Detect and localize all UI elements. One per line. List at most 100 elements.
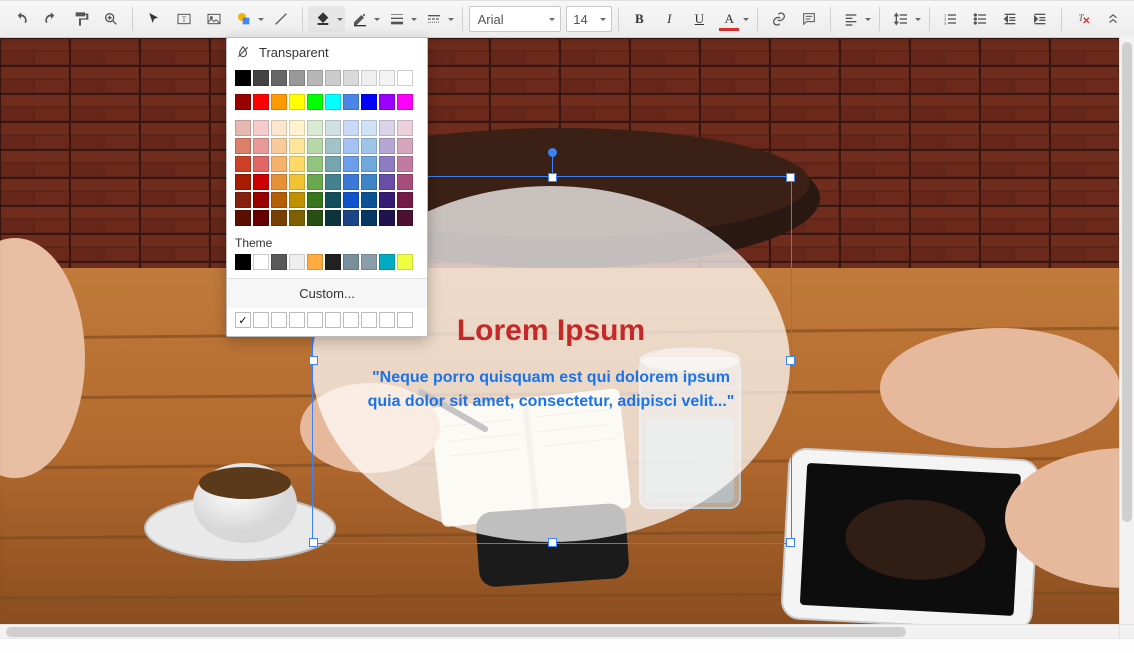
color-swatch[interactable] bbox=[361, 94, 377, 110]
recent-swatch[interactable] bbox=[307, 312, 323, 328]
insert-comment-button[interactable] bbox=[794, 6, 824, 32]
color-swatch[interactable] bbox=[307, 120, 323, 136]
shape-button[interactable] bbox=[229, 6, 266, 32]
color-swatch[interactable] bbox=[397, 120, 413, 136]
border-weight-button[interactable] bbox=[382, 6, 419, 32]
color-swatch[interactable] bbox=[307, 254, 323, 270]
color-swatch[interactable] bbox=[361, 210, 377, 226]
recent-swatch[interactable] bbox=[397, 312, 413, 328]
color-swatch[interactable] bbox=[307, 192, 323, 208]
color-swatch[interactable] bbox=[343, 210, 359, 226]
color-swatch[interactable] bbox=[307, 156, 323, 172]
color-swatch[interactable] bbox=[253, 156, 269, 172]
color-swatch[interactable] bbox=[397, 138, 413, 154]
zoom-button[interactable] bbox=[96, 6, 126, 32]
rotate-handle[interactable] bbox=[548, 148, 557, 157]
color-swatch[interactable] bbox=[397, 192, 413, 208]
color-swatch[interactable] bbox=[379, 70, 395, 86]
paint-format-button[interactable] bbox=[66, 6, 96, 32]
color-swatch[interactable] bbox=[325, 94, 341, 110]
color-swatch[interactable] bbox=[289, 70, 305, 86]
color-swatch[interactable] bbox=[379, 254, 395, 270]
resize-handle-sw[interactable] bbox=[309, 538, 318, 547]
color-swatch[interactable] bbox=[235, 70, 251, 86]
color-swatch[interactable] bbox=[271, 138, 287, 154]
text-color-button[interactable]: A bbox=[714, 6, 751, 32]
color-swatch[interactable] bbox=[307, 210, 323, 226]
redo-button[interactable] bbox=[36, 6, 66, 32]
color-swatch[interactable] bbox=[361, 156, 377, 172]
color-swatch[interactable] bbox=[253, 120, 269, 136]
color-swatch[interactable] bbox=[325, 70, 341, 86]
color-swatch[interactable] bbox=[361, 192, 377, 208]
border-color-button[interactable] bbox=[345, 6, 382, 32]
color-swatch[interactable] bbox=[253, 138, 269, 154]
resize-handle-s[interactable] bbox=[548, 538, 557, 547]
color-swatch[interactable] bbox=[397, 210, 413, 226]
color-swatch[interactable] bbox=[361, 70, 377, 86]
color-swatch[interactable] bbox=[325, 138, 341, 154]
color-swatch[interactable] bbox=[235, 138, 251, 154]
resize-handle-e[interactable] bbox=[786, 356, 795, 365]
horizontal-scroll-thumb[interactable] bbox=[6, 627, 906, 637]
color-swatch[interactable] bbox=[343, 254, 359, 270]
custom-color-button[interactable]: Custom... bbox=[227, 278, 427, 308]
color-swatch[interactable] bbox=[379, 192, 395, 208]
resize-handle-ne[interactable] bbox=[786, 173, 795, 182]
color-swatch[interactable] bbox=[397, 94, 413, 110]
color-swatch[interactable] bbox=[253, 254, 269, 270]
color-swatch[interactable] bbox=[271, 254, 287, 270]
color-swatch[interactable] bbox=[235, 120, 251, 136]
color-swatch[interactable] bbox=[325, 156, 341, 172]
color-swatch[interactable] bbox=[235, 156, 251, 172]
textbox-button[interactable]: T bbox=[169, 6, 199, 32]
transparent-option[interactable]: Transparent bbox=[227, 38, 427, 66]
color-swatch[interactable] bbox=[253, 192, 269, 208]
color-swatch[interactable] bbox=[271, 156, 287, 172]
font-family-select[interactable]: Arial bbox=[469, 6, 561, 32]
color-swatch[interactable] bbox=[235, 254, 251, 270]
color-swatch[interactable] bbox=[271, 210, 287, 226]
color-swatch[interactable] bbox=[307, 138, 323, 154]
color-swatch[interactable] bbox=[307, 70, 323, 86]
color-swatch[interactable] bbox=[325, 210, 341, 226]
recent-swatch[interactable] bbox=[343, 312, 359, 328]
align-button[interactable] bbox=[836, 6, 873, 32]
horizontal-scrollbar[interactable] bbox=[0, 624, 1120, 639]
recent-swatch[interactable] bbox=[325, 312, 341, 328]
color-swatch[interactable] bbox=[343, 138, 359, 154]
resize-handle-w[interactable] bbox=[309, 356, 318, 365]
select-tool-button[interactable] bbox=[139, 6, 169, 32]
color-swatch[interactable] bbox=[343, 70, 359, 86]
color-swatch[interactable] bbox=[253, 94, 269, 110]
vertical-scroll-thumb[interactable] bbox=[1122, 42, 1132, 522]
color-swatch[interactable] bbox=[343, 94, 359, 110]
recent-swatch[interactable] bbox=[271, 312, 287, 328]
color-swatch[interactable] bbox=[289, 192, 305, 208]
color-swatch[interactable] bbox=[271, 192, 287, 208]
clear-formatting-button[interactable]: T bbox=[1068, 6, 1098, 32]
fill-color-button[interactable] bbox=[308, 6, 345, 32]
recent-swatch[interactable] bbox=[289, 312, 305, 328]
expand-toolbar-button[interactable] bbox=[1098, 6, 1128, 32]
color-swatch[interactable] bbox=[379, 138, 395, 154]
color-swatch[interactable] bbox=[361, 138, 377, 154]
recent-swatch-selected[interactable] bbox=[235, 312, 251, 328]
image-button[interactable] bbox=[199, 6, 229, 32]
color-swatch[interactable] bbox=[397, 254, 413, 270]
color-swatch[interactable] bbox=[289, 156, 305, 172]
numbered-list-button[interactable]: 123 bbox=[935, 6, 965, 32]
line-tool-button[interactable] bbox=[266, 6, 296, 32]
color-swatch[interactable] bbox=[307, 174, 323, 190]
color-swatch[interactable] bbox=[307, 94, 323, 110]
color-swatch[interactable] bbox=[379, 156, 395, 172]
color-swatch[interactable] bbox=[235, 174, 251, 190]
increase-indent-button[interactable] bbox=[1025, 6, 1055, 32]
font-size-select[interactable]: 14 bbox=[566, 6, 612, 32]
color-swatch[interactable] bbox=[325, 192, 341, 208]
color-swatch[interactable] bbox=[379, 120, 395, 136]
color-swatch[interactable] bbox=[235, 94, 251, 110]
color-swatch[interactable] bbox=[271, 120, 287, 136]
color-swatch[interactable] bbox=[289, 254, 305, 270]
vertical-scrollbar[interactable] bbox=[1119, 36, 1134, 625]
